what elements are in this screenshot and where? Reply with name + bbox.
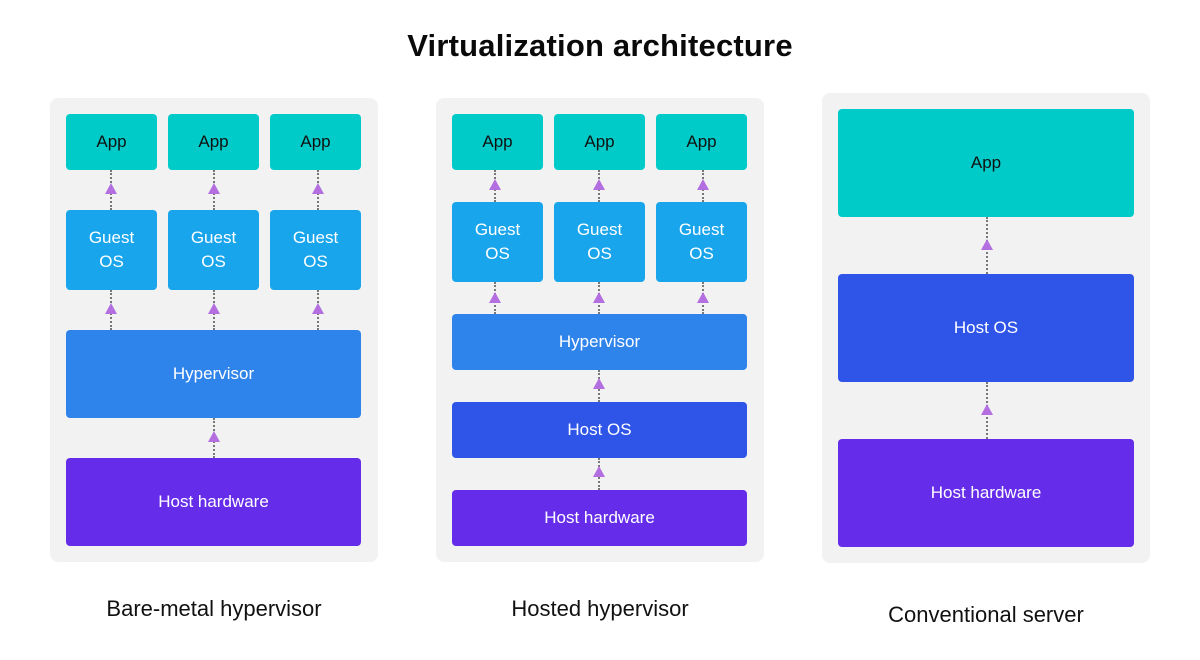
diagram-caption: Hosted hypervisor [511,596,689,621]
host-hardware-box: Host hardware [452,490,747,546]
host-hardware-box: Host hardware [838,439,1134,547]
arrow-up-icon [593,179,605,190]
app-box: App [66,114,157,170]
arrow-up-icon [312,183,324,194]
guest-os-box: Guest OS [66,210,157,290]
guest-os-label: Guest OS [292,228,339,271]
arrow-up-icon [208,303,220,314]
arrow-up-icon [697,179,709,190]
arrow-up-icon [105,183,117,194]
arrow-up-icon [981,239,993,250]
guest-os-box: Guest OS [168,210,259,290]
arrow-up-icon [312,303,324,314]
arrow-up-icon [593,466,605,477]
app-box: App [838,109,1134,217]
arrow-up-icon [489,179,501,190]
diagram-title: Virtualization architecture [407,28,793,63]
app-box: App [270,114,361,170]
arrow-up-icon [593,378,605,389]
host-os-box: Host OS [452,402,747,458]
guest-os-label: Guest OS [576,220,623,263]
app-box: App [554,114,645,170]
arrow-up-icon [489,292,501,303]
guest-os-label: Guest OS [190,228,237,271]
arrow-up-icon [593,292,605,303]
app-box: App [168,114,259,170]
guest-os-label: Guest OS [678,220,725,263]
host-os-box: Host OS [838,274,1134,382]
diagram-caption: Bare-metal hypervisor [106,596,322,621]
guest-os-box: Guest OS [452,202,543,282]
guest-os-box: Guest OS [270,210,361,290]
guest-os-box: Guest OS [554,202,645,282]
hypervisor-box: Hypervisor [66,330,361,418]
guest-os-box: Guest OS [656,202,747,282]
arrow-up-icon [105,303,117,314]
app-box: App [452,114,543,170]
arrow-up-icon [981,404,993,415]
arrow-up-icon [697,292,709,303]
host-hardware-box: Host hardware [66,458,361,546]
guest-os-label: Guest OS [88,228,135,271]
arrow-up-icon [208,431,220,442]
diagram-caption: Conventional server [888,602,1084,627]
guest-os-label: Guest OS [474,220,521,263]
app-box: App [656,114,747,170]
arrow-up-icon [208,183,220,194]
hypervisor-box: Hypervisor [452,314,747,370]
